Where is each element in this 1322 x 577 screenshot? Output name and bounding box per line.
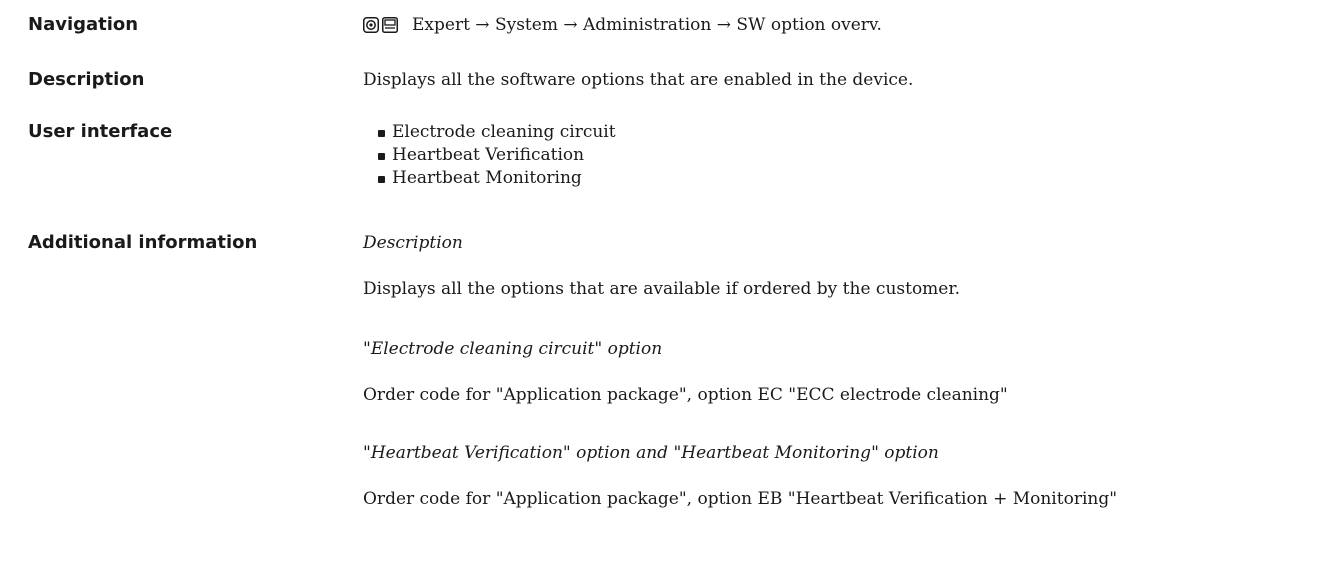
navigation-label: Navigation: [28, 14, 139, 35]
additional-information-label: Additional information: [28, 232, 258, 253]
bullet-icon: [378, 153, 385, 160]
navigation-path-row: Expert → System → Administration → SW op…: [363, 14, 882, 36]
display-keypad-icon: [363, 17, 379, 33]
user-interface-list: Electrode cleaning circuit Heartbeat Ver…: [378, 121, 616, 190]
section-text-heartbeat: Order code for "Application package", op…: [363, 489, 1118, 509]
additional-description-text: Displays all the options that are availa…: [363, 279, 961, 299]
user-interface-label: User interface: [28, 121, 173, 142]
description-label: Description: [28, 69, 145, 90]
list-item: Heartbeat Monitoring: [378, 167, 616, 190]
section-text-electrode: Order code for "Application package", op…: [363, 385, 1008, 405]
display-icon: [382, 17, 398, 33]
list-item: Electrode cleaning circuit: [378, 121, 616, 144]
description-text: Displays all the software options that a…: [363, 70, 914, 90]
additional-description-heading: Description: [363, 233, 463, 253]
list-item: Heartbeat Verification: [378, 144, 616, 167]
navigation-icons: [363, 17, 398, 33]
section-heading-electrode: "Electrode cleaning circuit" option: [363, 339, 663, 359]
bullet-icon: [378, 130, 385, 137]
navigation-path: Expert → System → Administration → SW op…: [412, 15, 882, 35]
section-heading-heartbeat: "Heartbeat Verification" option and "Hea…: [363, 443, 939, 463]
bullet-icon: [378, 176, 385, 183]
